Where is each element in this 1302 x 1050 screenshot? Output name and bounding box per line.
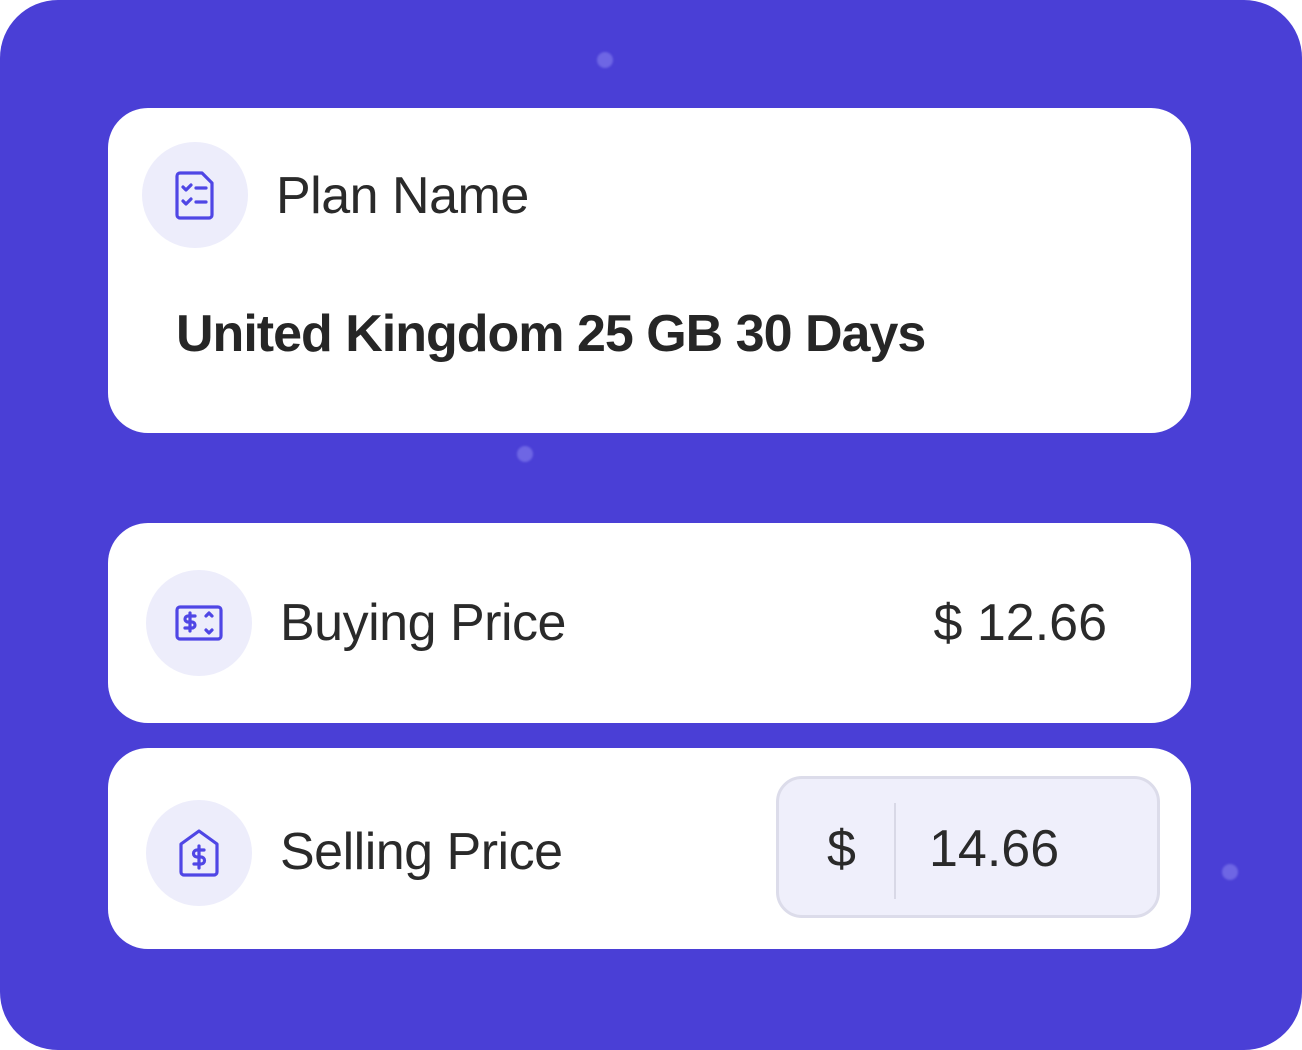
buying-price-label: Buying Price [280,594,566,652]
decorative-dot [597,52,613,68]
buying-price-value: $ 12.66 [933,594,1108,652]
selling-price-input[interactable]: $ 14.66 [776,776,1160,918]
decorative-dot [517,446,533,462]
selling-price-value[interactable]: 14.66 [929,823,1059,875]
selling-price-card: Selling Price $ 14.66 [108,748,1191,949]
plan-name-label: Plan Name [276,167,529,225]
selling-icon-circle [146,800,252,906]
input-divider [894,803,896,899]
plan-name-value: United Kingdom 25 GB 30 Days [176,305,926,363]
buying-icon-circle [146,570,252,676]
decorative-dot [1222,864,1238,880]
background-panel: Plan Name United Kingdom 25 GB 30 Days B… [0,0,1302,1050]
buying-price-card: Buying Price $ 12.66 [108,523,1191,723]
selling-price-label: Selling Price [280,823,563,881]
plan-icon-circle [142,142,248,248]
currency-symbol: $ [827,820,856,878]
checklist-document-icon [175,171,214,220]
price-tag-dollar-icon [179,829,219,877]
money-bill-icon [175,605,223,641]
plan-name-card: Plan Name United Kingdom 25 GB 30 Days [108,108,1191,433]
